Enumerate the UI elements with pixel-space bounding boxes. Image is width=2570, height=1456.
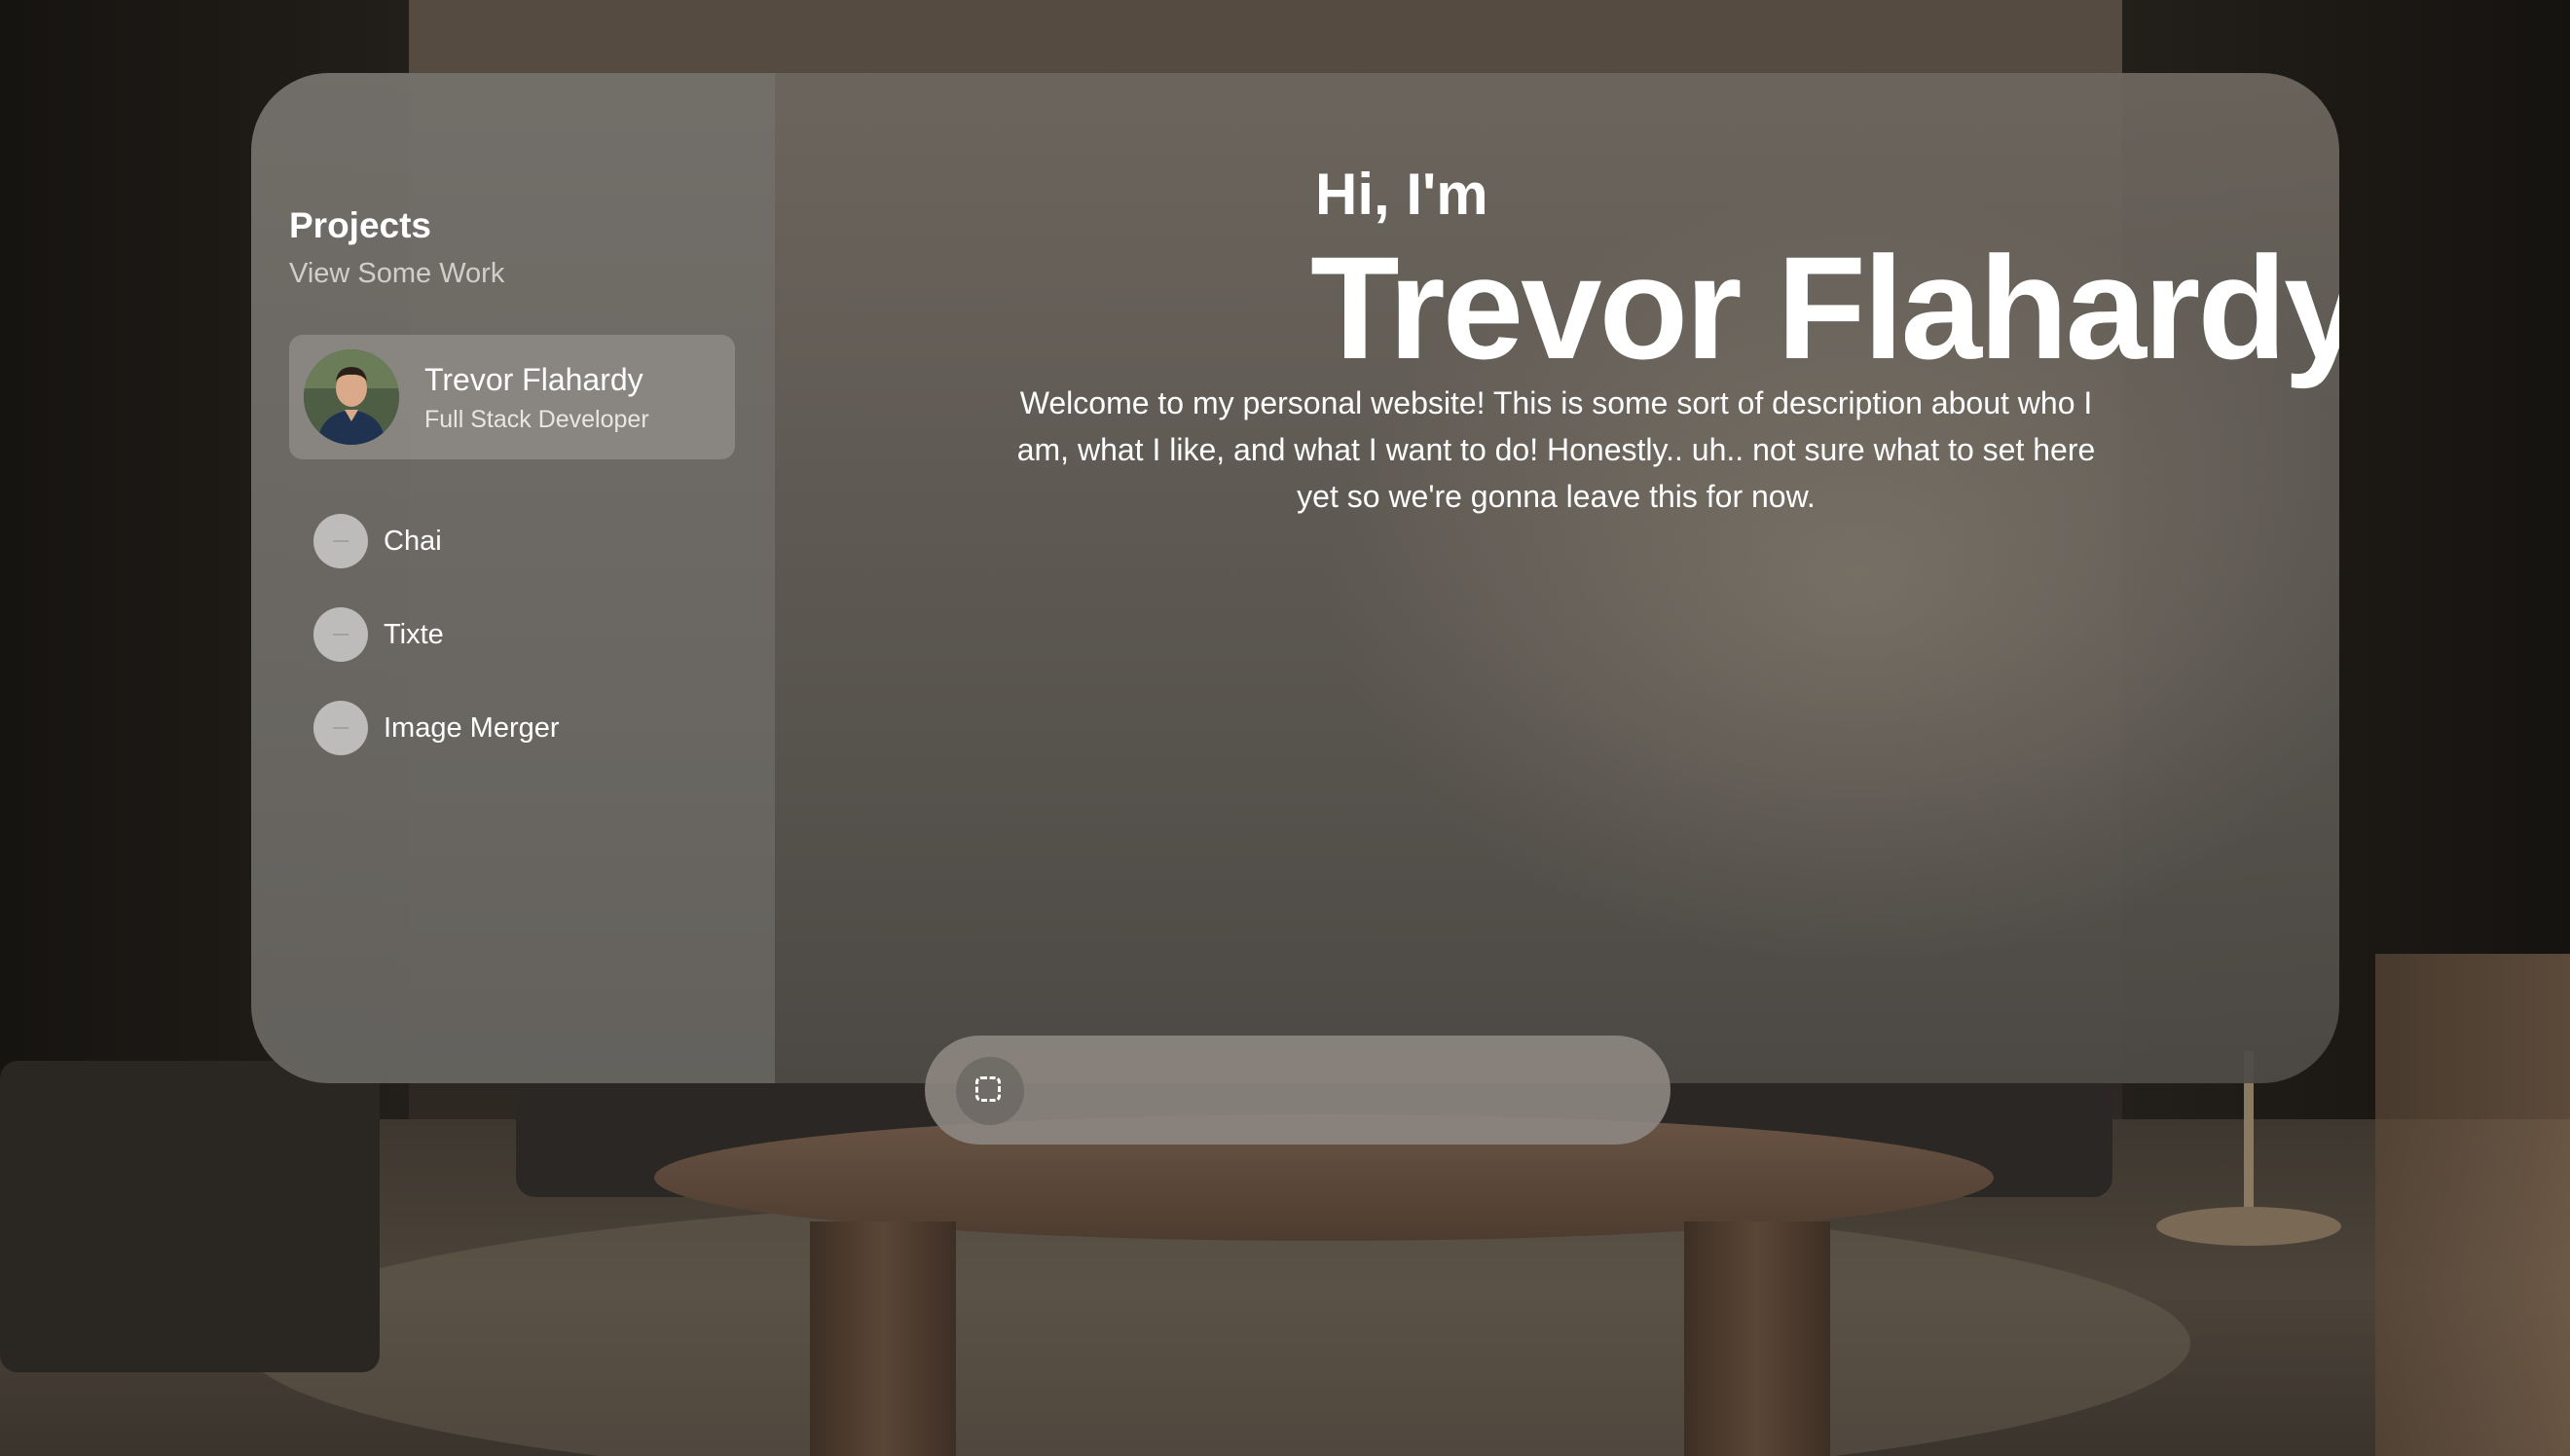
room-background: Projects View Some Work Trevor Flahardy …	[0, 0, 2570, 1456]
sidebar: Projects View Some Work Trevor Flahardy …	[251, 73, 775, 1083]
ceiling-beam	[399, 0, 2122, 73]
sidebar-item-label: Image Merger	[384, 712, 560, 744]
sidebar-item-tixte[interactable]: Tixte	[313, 607, 722, 664]
floor-lamp-base	[2156, 1207, 2341, 1246]
select-region-icon	[975, 1076, 1001, 1102]
profile-role: Full Stack Developer	[424, 406, 649, 433]
wooden-chair	[2375, 954, 2570, 1456]
sidebar-item-chai[interactable]: Chai	[313, 514, 722, 570]
profile-name: Trevor Flahardy	[424, 362, 643, 397]
greeting: Hi, I'm	[1315, 162, 1488, 227]
hero-name: Trevor Flahardy	[1310, 226, 2339, 389]
sidebar-subtitle: View Some Work	[289, 258, 505, 289]
app-window: Projects View Some Work Trevor Flahardy …	[251, 73, 2339, 1083]
profile-card[interactable]: Trevor Flahardy Full Stack Developer	[289, 335, 735, 459]
sidebar-item-image-merger[interactable]: Image Merger	[313, 701, 722, 757]
table-leg	[810, 1221, 956, 1456]
window-toolbar	[925, 1036, 1670, 1145]
select-region-button[interactable]	[956, 1057, 1024, 1125]
main-content: Hi, I'm Trevor Flahardy Welcome to my pe…	[775, 73, 2339, 1083]
sidebar-item-label: Tixte	[384, 619, 444, 650]
avatar	[304, 349, 399, 445]
project-icon	[313, 701, 368, 755]
project-icon	[313, 514, 368, 568]
sidebar-item-label: Chai	[384, 526, 442, 557]
sidebar-title: Projects	[289, 205, 432, 245]
left-sofa	[0, 1061, 380, 1372]
table-leg	[1684, 1221, 1830, 1456]
description: Welcome to my personal website! This is …	[1016, 385, 2096, 514]
avatar-photo-icon	[304, 349, 399, 445]
project-icon	[313, 607, 368, 662]
